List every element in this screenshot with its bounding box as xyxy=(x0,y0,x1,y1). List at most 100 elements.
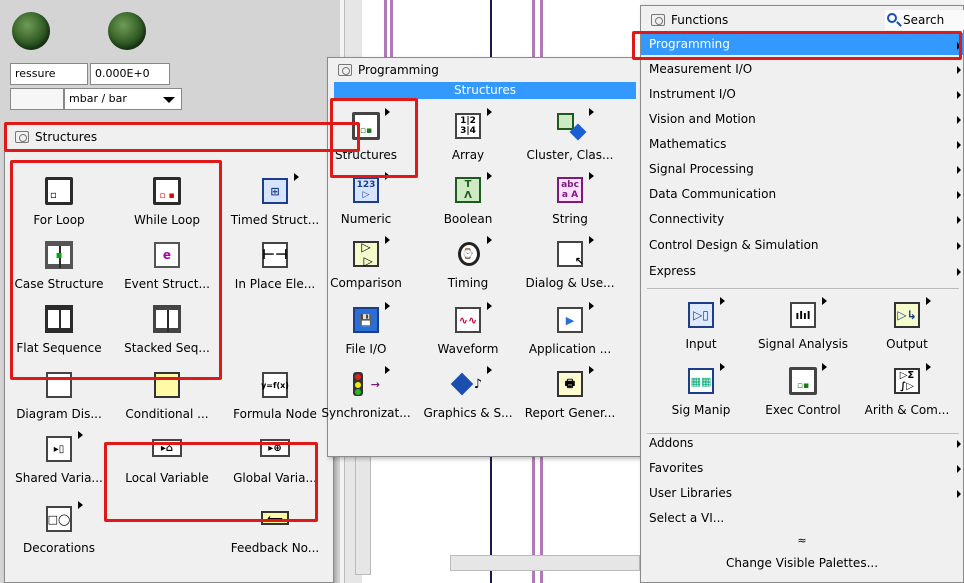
palette-item-graphics-sound[interactable]: ♪ Graphics & S... xyxy=(418,364,518,426)
palette-item-numeric[interactable]: 123 ▷ Numeric xyxy=(316,170,416,232)
pressure-value-field[interactable]: 0.000E+0 xyxy=(90,63,170,85)
palette-item-event-structure[interactable]: e Event Struct... xyxy=(117,235,217,297)
palette-item-conditional-disable[interactable]: Conditional ... xyxy=(117,365,217,427)
conditional-disable-icon xyxy=(151,369,183,401)
palette-item-exec-control[interactable]: ▫▪ Exec Control xyxy=(753,361,853,423)
palette-item-label: Report Gener... xyxy=(524,406,616,420)
category-control-design[interactable]: Control Design & Simulation xyxy=(641,233,963,258)
timed-structure-icon: ⊞ xyxy=(259,173,299,207)
palette-item-timing[interactable]: ⌚ Timing xyxy=(418,234,518,296)
palette-item-boolean[interactable]: TΛ Boolean xyxy=(418,170,518,232)
palette-item-report-generation[interactable]: 🖶 Report Gener... xyxy=(520,364,620,426)
palette-item-label: Stacked Seq... xyxy=(124,341,210,355)
diagram-vertical-scrollbar[interactable] xyxy=(355,440,371,575)
category-label: Favorites xyxy=(649,461,704,475)
category-user-libraries[interactable]: User Libraries xyxy=(641,481,963,506)
category-connectivity[interactable]: Connectivity xyxy=(641,207,963,232)
palette-item-synchronization[interactable]: → Synchronizat... xyxy=(316,364,416,426)
palette-item-file-io[interactable]: 💾 File I/O xyxy=(316,300,416,362)
palette-item-formula-node[interactable]: y=f(x) Formula Node xyxy=(225,365,325,427)
palette-item-dialog[interactable]: ↖ Dialog & Use... xyxy=(520,234,620,296)
palette-item-timed-structure[interactable]: ⊞ Timed Struct... xyxy=(225,171,325,233)
unit-select[interactable]: mbar / bar xyxy=(64,88,182,110)
palette-item-comparison[interactable]: ▷ ▷ Comparison xyxy=(316,234,416,296)
programming-palette-header[interactable]: Programming xyxy=(328,58,640,82)
unit-spacer xyxy=(10,88,64,110)
category-measurement-io[interactable]: Measurement I/O xyxy=(641,57,963,82)
palette-item-stacked-sequence[interactable]: Stacked Seq... xyxy=(117,299,217,361)
palette-item-in-place-element[interactable]: ⊢⊣ In Place Ele... xyxy=(225,235,325,297)
palette-item-local-variable[interactable]: ▸⌂ Local Variable xyxy=(117,429,217,491)
palette-item-global-variable[interactable]: ▸⊕ Global Varia... xyxy=(225,429,325,491)
output-icon: ▷↳ xyxy=(891,297,931,331)
palette-item-label: Numeric xyxy=(340,212,392,226)
palette-item-string[interactable]: abc a A String xyxy=(520,170,620,232)
palette-item-application-control[interactable]: ▶ Application ... xyxy=(520,300,620,362)
palette-item-decorations[interactable]: □◯ Decorations xyxy=(9,499,109,561)
signal-analysis-icon: ılıl xyxy=(787,297,827,331)
search-button[interactable]: Search xyxy=(885,10,964,30)
category-label: Programming xyxy=(649,37,730,51)
expand-chevron-icon[interactable]: ≈ xyxy=(641,534,963,547)
palette-item-label: Decorations xyxy=(22,541,96,555)
palette-item-for-loop[interactable]: ▫ For Loop xyxy=(9,171,109,233)
category-express[interactable]: Express xyxy=(641,259,963,284)
while-loop-icon: ▫ ▪ xyxy=(151,175,183,207)
palette-item-label: For Loop xyxy=(33,213,85,227)
diagram-disable-icon xyxy=(43,369,75,401)
palette-item-arith-comparison[interactable]: ▷Σ ∫▷ Arith & Com... xyxy=(857,361,957,423)
palette-item-flat-sequence[interactable]: Flat Sequence xyxy=(9,299,109,361)
category-instrument-io[interactable]: Instrument I/O xyxy=(641,82,963,107)
structures-palette-header[interactable]: Structures xyxy=(5,125,333,149)
category-label: Vision and Motion xyxy=(649,112,756,126)
arith-comparison-icon: ▷Σ ∫▷ xyxy=(891,363,931,397)
palette-item-label: Arith & Com... xyxy=(864,403,950,417)
category-vision-motion[interactable]: Vision and Motion xyxy=(641,107,963,132)
category-favorites[interactable]: Favorites xyxy=(641,456,963,481)
category-data-communication[interactable]: Data Communication xyxy=(641,182,963,207)
led-indicator[interactable] xyxy=(108,12,146,50)
array-icon: 1|2 3|4 xyxy=(452,108,492,142)
pin-icon[interactable] xyxy=(15,131,29,143)
palette-item-label: Timed Struct... xyxy=(230,213,320,227)
change-visible-palettes-link[interactable]: Change Visible Palettes... xyxy=(641,556,963,570)
palette-item-label: Local Variable xyxy=(125,471,209,485)
input-icon: ▷▯ xyxy=(685,297,725,331)
category-label: Data Communication xyxy=(649,187,777,201)
numeric-icon: 123 ▷ xyxy=(350,172,390,206)
pin-icon[interactable] xyxy=(338,64,352,76)
palette-item-feedback-node[interactable]: ⟵ Feedback No... xyxy=(225,499,325,561)
express-subpalette: ▷▯ Input ılıl Signal Analysis ▷↳ Output … xyxy=(647,288,959,434)
palette-item-structures[interactable]: ▫▪ Structures xyxy=(316,106,416,168)
flat-sequence-icon xyxy=(43,303,75,335)
palette-item-label: Dialog & Use... xyxy=(525,276,615,290)
pin-icon[interactable] xyxy=(651,14,665,26)
category-label: Connectivity xyxy=(649,212,725,226)
led-indicator[interactable] xyxy=(12,12,50,50)
palette-item-sig-manip[interactable]: ▦▦ Sig Manip xyxy=(651,361,751,423)
category-addons[interactable]: Addons xyxy=(641,431,963,456)
palette-item-label: String xyxy=(552,212,588,226)
palette-item-shared-variable[interactable]: ▸▯ Shared Varia... xyxy=(9,429,109,491)
palette-item-signal-analysis[interactable]: ılıl Signal Analysis xyxy=(753,295,853,357)
palette-item-while-loop[interactable]: ▫ ▪ While Loop xyxy=(117,171,217,233)
chevron-right-icon xyxy=(957,268,961,276)
diagram-horizontal-scrollbar[interactable] xyxy=(450,555,640,571)
category-label: Mathematics xyxy=(649,137,727,151)
palette-item-array[interactable]: 1|2 3|4 Array xyxy=(418,106,518,168)
palette-item-diagram-disable[interactable]: Diagram Dis... xyxy=(9,365,109,427)
unit-select-value: mbar / bar xyxy=(69,92,127,105)
category-mathematics[interactable]: Mathematics xyxy=(641,132,963,157)
palette-item-waveform[interactable]: ∿∿ Waveform xyxy=(418,300,518,362)
palette-item-label: Cluster, Clas... xyxy=(526,148,614,162)
structures-palette-title: Structures xyxy=(35,130,98,144)
palette-item-case-structure[interactable]: ▪ Case Structure xyxy=(9,235,109,297)
category-signal-processing[interactable]: Signal Processing xyxy=(641,157,963,182)
category-programming[interactable]: Programming xyxy=(641,33,963,55)
palette-item-input[interactable]: ▷▯ Input xyxy=(651,295,751,357)
palette-item-label: Conditional ... xyxy=(125,407,209,421)
palette-item-output[interactable]: ▷↳ Output xyxy=(857,295,957,357)
chevron-right-icon xyxy=(957,91,961,99)
select-a-vi[interactable]: Select a VI... xyxy=(641,506,963,531)
palette-item-cluster[interactable]: Cluster, Clas... xyxy=(520,106,620,168)
